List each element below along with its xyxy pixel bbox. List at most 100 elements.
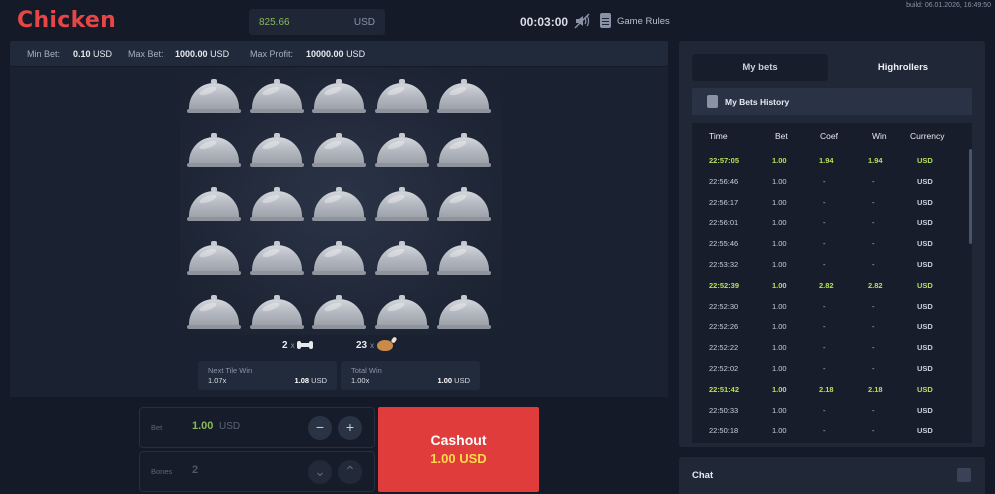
cloche-tile[interactable]	[374, 187, 429, 227]
cell-cur: USD	[917, 384, 933, 394]
cell-coef: 1.94	[819, 156, 834, 165]
cell-bet: 1.00	[772, 426, 787, 436]
cloche-tile[interactable]	[374, 241, 429, 281]
cell-cur: USD	[917, 280, 933, 290]
cloche-tile[interactable]	[437, 187, 491, 227]
cell-win: -	[872, 301, 875, 311]
tab-my-bets[interactable]: My bets	[692, 54, 828, 81]
cloche-tile[interactable]	[312, 241, 366, 281]
cell-cur: USD	[917, 197, 933, 207]
cloche-tile[interactable]	[312, 295, 366, 335]
cloche-tile[interactable]	[249, 187, 304, 227]
increase-bones-button[interactable]: ⌃	[338, 460, 362, 484]
cloche-tile[interactable]	[187, 79, 241, 119]
bones-count-input[interactable]: 2	[192, 464, 198, 476]
cell-cur: USD	[917, 260, 933, 269]
cloche-tile[interactable]	[374, 133, 429, 173]
cell-win: -	[872, 364, 875, 373]
cell-bet: 1.00	[772, 301, 787, 311]
cell-time: 22:52:30	[709, 301, 739, 311]
col-coef: Coef	[820, 131, 838, 141]
cashout-amount: 1.00 USD	[430, 451, 487, 466]
cell-time: 22:55:46	[709, 239, 739, 249]
max-bet-value: 1000.00 USD	[175, 49, 230, 59]
table-row: 22:55:46 1.00 - - USD	[692, 232, 968, 253]
table-row: 22:53:32 1.00 - - USD	[692, 253, 968, 274]
cloche-tile[interactable]	[187, 295, 241, 335]
cloche-tile[interactable]	[249, 79, 304, 119]
chat-bar[interactable]: Chat	[679, 457, 985, 494]
cashout-button[interactable]: Cashout 1.00 USD	[378, 407, 539, 492]
cloche-tile[interactable]	[187, 133, 241, 173]
balance-currency: USD	[353, 17, 375, 28]
cell-cur: USD	[917, 405, 933, 415]
balance-display: 825.66 USD	[249, 9, 385, 35]
cell-coef: -	[823, 218, 826, 228]
bones-counter: 2x	[282, 340, 313, 351]
cell-time: 22:52:02	[709, 364, 739, 373]
cloche-tile[interactable]	[312, 79, 366, 119]
col-time: Time	[709, 131, 728, 141]
decrease-bet-button[interactable]: −	[308, 416, 332, 440]
cell-win: -	[872, 343, 875, 353]
increase-bet-button[interactable]: +	[338, 416, 362, 440]
col-bet: Bet	[775, 131, 788, 141]
clipboard-icon[interactable]	[600, 13, 611, 28]
cell-bet: 1.00	[772, 384, 787, 394]
cell-time: 22:56:17	[709, 197, 739, 207]
bones-control: Bones 2 ⌄ ⌃	[139, 451, 375, 492]
bet-currency: USD	[219, 421, 241, 432]
cloche-tile[interactable]	[249, 295, 304, 335]
table-row: 22:51:42 1.00 2.18 2.18 USD	[692, 378, 968, 399]
expand-chat-icon[interactable]	[957, 468, 971, 482]
cloche-tile[interactable]	[187, 187, 241, 227]
game-rules-link[interactable]: Game Rules	[617, 16, 670, 27]
cell-bet: 1.00	[772, 405, 787, 415]
table-row: 22:56:17 1.00 - - USD	[692, 191, 968, 212]
cell-bet: 1.00	[772, 239, 787, 249]
total-win: Total Win 1.00x 1.00 USD	[341, 361, 480, 390]
cloche-tile[interactable]	[312, 187, 366, 227]
cloche-tile[interactable]	[374, 79, 429, 119]
max-bet-label: Max Bet:	[128, 49, 164, 59]
cell-bet: 1.00	[772, 343, 787, 353]
build-info: build: 06.01.2026, 16:49:50	[906, 2, 991, 9]
cell-coef: -	[823, 364, 826, 373]
cell-coef: 2.18	[819, 384, 834, 394]
cloche-tile[interactable]	[437, 295, 491, 335]
cell-coef: -	[823, 197, 826, 207]
cell-time: 22:50:33	[709, 405, 739, 415]
cloche-tile[interactable]	[187, 241, 241, 281]
cloche-tile[interactable]	[312, 133, 366, 173]
cell-bet: 1.00	[772, 322, 787, 332]
cell-time: 22:56:01	[709, 218, 739, 228]
tile-grid	[180, 67, 502, 335]
cloche-tile[interactable]	[437, 133, 491, 173]
cell-coef: -	[823, 426, 826, 436]
bones-label: Bones	[151, 467, 173, 476]
chicken-leg-icon	[377, 340, 394, 351]
cell-win: 1.94	[868, 156, 883, 165]
sound-off-icon[interactable]	[574, 13, 590, 29]
chicken-counter: 23 x	[356, 340, 394, 351]
bet-amount-input[interactable]: 1.00	[192, 420, 213, 432]
cell-time: 22:52:22	[709, 343, 739, 353]
decrease-bones-button[interactable]: ⌄	[308, 460, 332, 484]
bet-limits-bar: Min Bet: 0.10 USD Max Bet: 1000.00 USD M…	[10, 41, 668, 66]
cloche-tile[interactable]	[374, 295, 429, 335]
cell-win: 2.18	[868, 384, 883, 394]
history-title: My Bets History	[725, 97, 790, 107]
cloche-tile[interactable]	[437, 241, 491, 281]
cloche-tile[interactable]	[437, 79, 491, 119]
table-scrollbar[interactable]	[969, 149, 972, 244]
cell-time: 22:52:39	[709, 280, 740, 290]
cloche-tile[interactable]	[249, 133, 304, 173]
cell-bet: 1.00	[772, 218, 787, 228]
cell-cur: USD	[917, 322, 933, 332]
cell-coef: -	[823, 343, 826, 353]
cell-time: 22:57:05	[709, 156, 740, 165]
cloche-tile[interactable]	[249, 241, 304, 281]
tab-highrollers[interactable]: Highrollers	[835, 54, 971, 81]
cell-win: -	[872, 260, 875, 269]
cell-cur: USD	[917, 176, 933, 186]
